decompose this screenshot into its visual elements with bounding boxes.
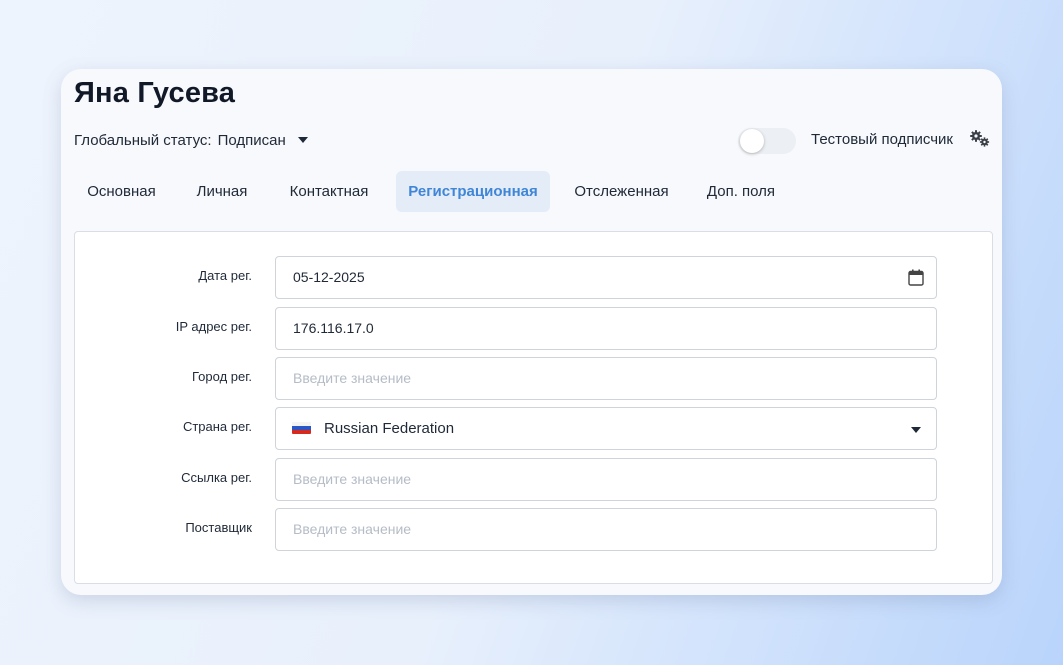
reg-country-label: Страна рег. (182, 419, 252, 434)
chevron-down-icon[interactable] (911, 427, 921, 433)
provider-placeholder: Введите значение (293, 521, 412, 537)
test-subscriber-toggle[interactable] (738, 128, 796, 154)
reg-link-input[interactable]: Введите значение (275, 458, 937, 501)
toggle-knob (740, 129, 764, 153)
reg-ip-row: IP адрес рег. 176.116.17.0 (75, 307, 992, 350)
reg-ip-label: IP адрес рег. (175, 319, 252, 334)
reg-ip-input[interactable]: 176.116.17.0 (275, 307, 937, 350)
tab-tracked[interactable]: Отслеженная (563, 171, 680, 212)
provider-row: Поставщик Введите значение (75, 508, 992, 551)
reg-link-label: Ссылка рег. (181, 470, 252, 485)
reg-city-input[interactable]: Введите значение (275, 357, 937, 400)
gears-settings-icon[interactable] (969, 130, 991, 148)
tab-contact[interactable]: Контактная (274, 171, 384, 212)
provider-label: Поставщик (185, 520, 252, 535)
reg-city-row: Город рег. Введите значение (75, 357, 992, 400)
tab-registration[interactable]: Регистрационная (396, 171, 550, 212)
contact-name: Яна Гусева (74, 77, 236, 109)
reg-city-label: Город рег. (192, 369, 252, 384)
reg-link-row: Ссылка рег. Введите значение (75, 458, 992, 501)
reg-country-value: Russian Federation (324, 420, 455, 437)
reg-date-value: 05-12-2025 (293, 269, 365, 285)
russia-flag-icon (292, 422, 311, 435)
reg-date-input[interactable]: 05-12-2025 (275, 256, 937, 299)
reg-city-placeholder: Введите значение (293, 370, 412, 386)
status-dropdown-caret-icon[interactable] (297, 137, 308, 143)
registration-panel: Дата рег. 05-12-2025 IP адрес рег. 176.1… (74, 231, 993, 584)
reg-date-row: Дата рег. 05-12-2025 (75, 256, 992, 299)
test-subscriber-label: Тестовый подписчик (811, 131, 953, 148)
tab-personal[interactable]: Личная (182, 171, 262, 212)
global-status: Глобальный статус: Подписан (74, 130, 308, 150)
reg-ip-value: 176.116.17.0 (293, 320, 374, 336)
tab-main[interactable]: Основная (74, 171, 169, 212)
reg-country-select[interactable]: Russian Federation (275, 407, 937, 450)
global-status-value[interactable]: Подписан (218, 132, 286, 149)
reg-date-label: Дата рег. (198, 268, 252, 283)
provider-input[interactable]: Введите значение (275, 508, 937, 551)
reg-link-placeholder: Введите значение (293, 471, 412, 487)
tab-extra-fields[interactable]: Доп. поля (698, 171, 784, 212)
global-status-label: Глобальный статус: (74, 131, 212, 149)
calendar-icon[interactable] (908, 269, 924, 286)
contact-card: Яна Гусева Глобальный статус: Подписан Т… (61, 69, 1002, 595)
reg-country-row: Страна рег. Russian Federation (75, 407, 992, 450)
